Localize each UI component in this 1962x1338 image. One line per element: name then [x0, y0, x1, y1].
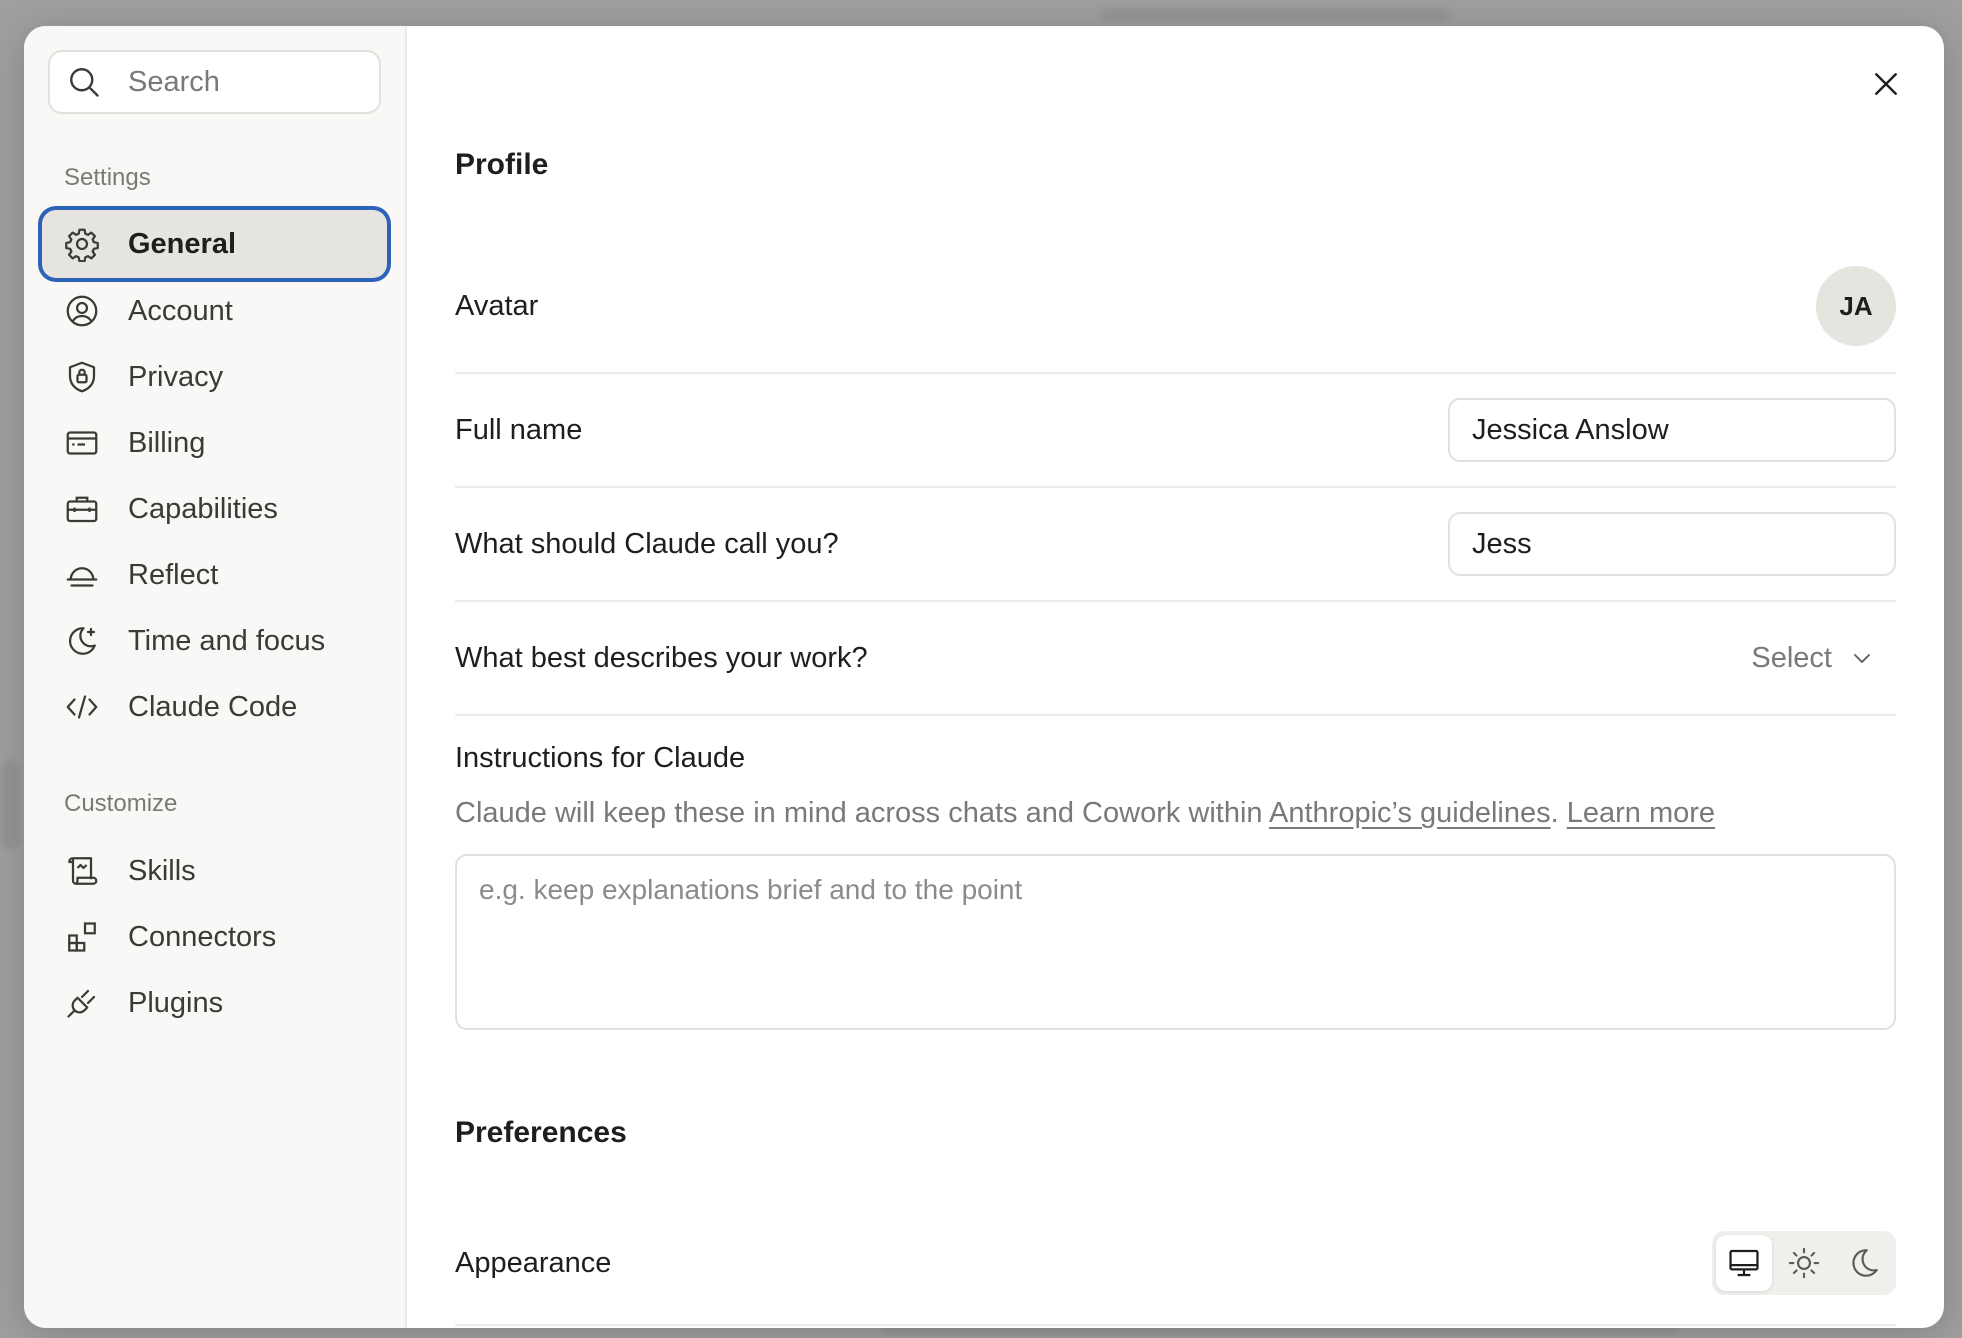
sidebar-item-label: Privacy — [128, 360, 224, 393]
full-name-field[interactable] — [1448, 398, 1896, 462]
sidebar-item-label: Time and focus — [128, 624, 326, 657]
shield-lock-icon — [68, 361, 96, 393]
horizon-icon — [66, 567, 98, 587]
instructions-textarea[interactable] — [455, 854, 1896, 1030]
work-select-value: Select — [1751, 641, 1832, 674]
appearance-dark-option[interactable] — [1836, 1235, 1892, 1291]
appearance-light-option[interactable] — [1776, 1235, 1832, 1291]
settings-section-label: Settings — [64, 164, 151, 191]
sidebar-item-label: Billing — [128, 426, 206, 459]
sidebar-item-label: Plugins — [128, 986, 224, 1019]
user-circle-icon — [66, 295, 98, 327]
preferences-heading: Preferences — [455, 1116, 627, 1149]
close-icon — [1875, 73, 1897, 95]
briefcase-icon — [66, 496, 98, 523]
settings-modal: Settings General Account Privacy Billin — [24, 26, 1944, 1328]
sidebar-item-label: Account — [128, 294, 233, 327]
close-button[interactable] — [1866, 64, 1906, 104]
credit-card-icon — [66, 431, 98, 455]
instructions-desc-sep: . — [1550, 797, 1567, 829]
sidebar-item-account[interactable]: Account — [42, 278, 387, 344]
instructions-description: Claude will keep these in mind across ch… — [455, 797, 1896, 830]
search-box[interactable] — [48, 50, 381, 114]
sidebar-item-label: Reflect — [128, 558, 219, 591]
moon-sparkle-icon — [68, 627, 96, 655]
guidelines-link[interactable]: Anthropic’s guidelines — [1269, 797, 1551, 829]
sidebar-item-capabilities[interactable]: Capabilities — [42, 476, 387, 542]
nickname-row: What should Claude call you? — [455, 488, 1896, 602]
blocks-icon — [68, 922, 96, 952]
work-label: What best describes your work? — [455, 641, 868, 674]
avatar[interactable]: JA — [1816, 266, 1896, 346]
work-select[interactable]: Select — [1751, 642, 1896, 675]
instructions-block: Instructions for Claude Claude will keep… — [455, 742, 1896, 1030]
instructions-desc-text: Claude will keep these in mind across ch… — [455, 797, 1270, 829]
sidebar-item-time-and-focus[interactable]: Time and focus — [42, 608, 387, 674]
sidebar-item-label: Claude Code — [128, 690, 298, 723]
nickname-field[interactable] — [1448, 512, 1896, 576]
settings-sidebar: Settings General Account Privacy Billin — [24, 26, 407, 1328]
sun-icon — [1788, 1247, 1820, 1279]
code-icon — [66, 695, 98, 719]
avatar-label: Avatar — [455, 289, 539, 322]
settings-main: Profile Avatar JA Full name What should … — [407, 26, 1944, 1328]
profile-heading: Profile — [455, 148, 549, 181]
sidebar-item-general[interactable]: General — [42, 210, 387, 278]
search-input[interactable] — [128, 65, 379, 99]
chevron-down-icon — [1854, 654, 1870, 663]
appearance-toggle — [1712, 1231, 1896, 1295]
sidebar-item-label: Skills — [128, 854, 196, 887]
full-name-label: Full name — [455, 413, 583, 446]
sidebar-item-billing[interactable]: Billing — [42, 410, 387, 476]
nickname-label: What should Claude call you? — [455, 527, 839, 560]
appearance-system-option[interactable] — [1716, 1235, 1772, 1291]
sidebar-item-label: General — [128, 227, 236, 260]
instructions-title: Instructions for Claude — [455, 742, 746, 774]
sidebar-item-label: Connectors — [128, 920, 277, 953]
full-name-row: Full name — [455, 374, 1896, 488]
sidebar-item-label: Capabilities — [128, 492, 278, 525]
learn-more-link[interactable]: Learn more — [1567, 797, 1715, 829]
appearance-row: Appearance — [455, 1202, 1896, 1326]
sidebar-item-plugins[interactable]: Plugins — [42, 970, 387, 1036]
sidebar-item-claude-code[interactable]: Claude Code — [42, 674, 387, 740]
moon-icon — [1852, 1249, 1878, 1277]
plug-icon — [67, 989, 96, 1018]
customize-section-label: Customize — [64, 790, 178, 817]
appearance-label: Appearance — [455, 1246, 612, 1279]
gear-icon — [65, 228, 99, 262]
sidebar-item-privacy[interactable]: Privacy — [42, 344, 387, 410]
sidebar-item-skills[interactable]: Skills — [42, 838, 387, 904]
work-row: What best describes your work? Select — [455, 602, 1896, 716]
search-icon — [70, 68, 99, 97]
monitor-icon — [1729, 1249, 1759, 1277]
scroll-icon — [68, 857, 98, 885]
sidebar-item-connectors[interactable]: Connectors — [42, 904, 387, 970]
sidebar-item-reflect[interactable]: Reflect — [42, 542, 387, 608]
avatar-row: Avatar JA — [455, 240, 1896, 374]
